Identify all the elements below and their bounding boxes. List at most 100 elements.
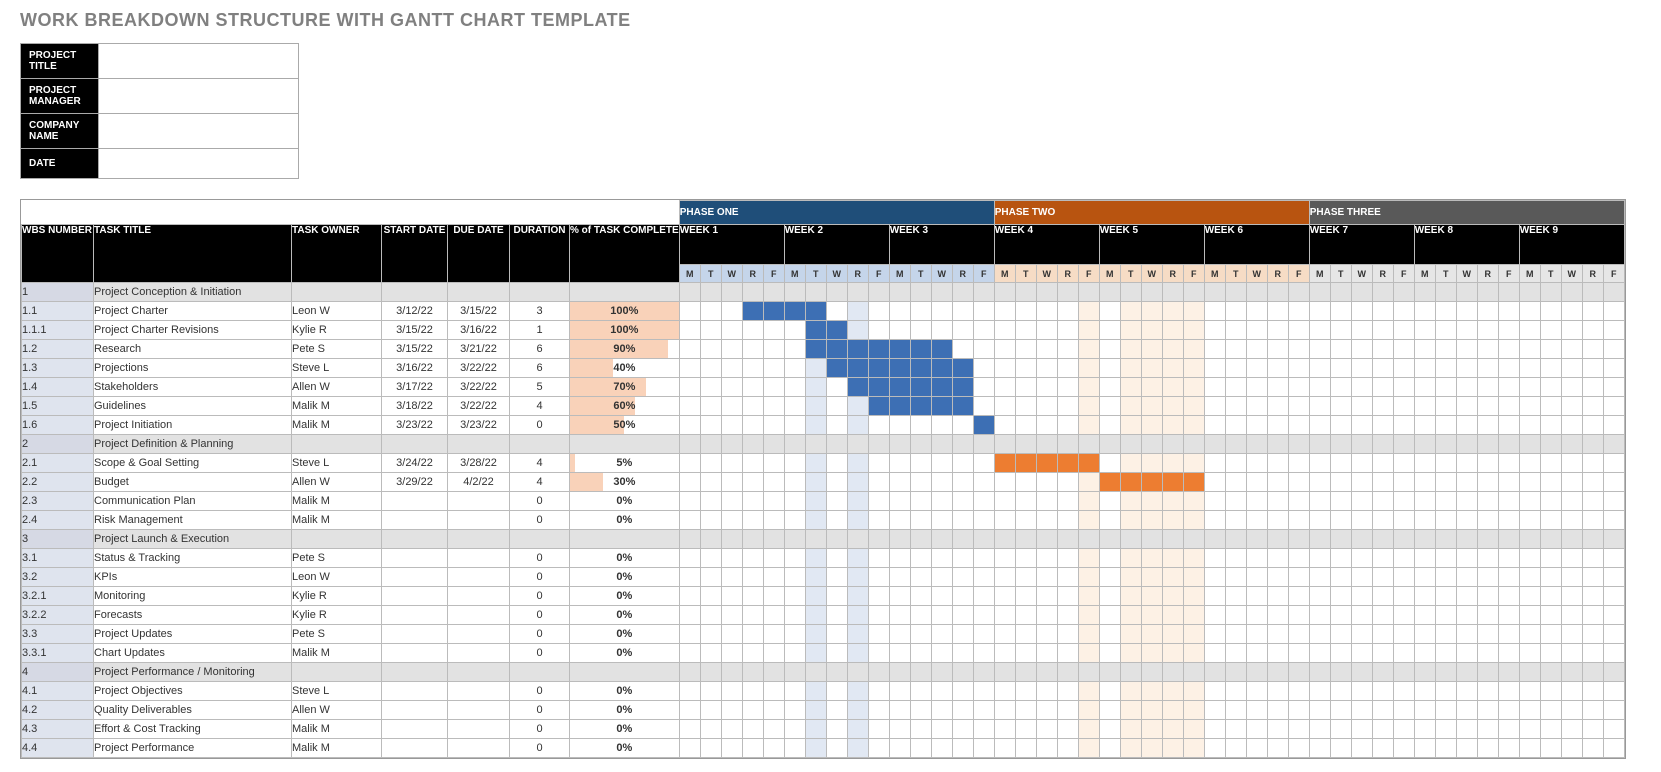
cell-title[interactable]: Project Charter Revisions bbox=[94, 321, 292, 340]
gantt-cell[interactable] bbox=[826, 511, 847, 530]
gantt-cell[interactable] bbox=[1477, 625, 1498, 644]
gantt-cell[interactable] bbox=[1099, 397, 1120, 416]
gantt-cell[interactable] bbox=[1393, 644, 1414, 663]
gantt-cell[interactable] bbox=[1057, 568, 1078, 587]
gantt-cell[interactable] bbox=[1414, 568, 1435, 587]
gantt-cell[interactable] bbox=[763, 587, 784, 606]
gantt-cell[interactable] bbox=[1288, 397, 1309, 416]
gantt-cell[interactable] bbox=[973, 739, 994, 758]
gantt-cell[interactable] bbox=[742, 568, 763, 587]
gantt-cell[interactable] bbox=[1057, 511, 1078, 530]
gantt-cell[interactable] bbox=[1414, 549, 1435, 568]
cell-pct[interactable]: 0% bbox=[570, 587, 680, 606]
gantt-cell[interactable] bbox=[1435, 587, 1456, 606]
gantt-cell[interactable] bbox=[847, 606, 868, 625]
gantt-cell[interactable] bbox=[1267, 397, 1288, 416]
gantt-cell[interactable] bbox=[1309, 644, 1330, 663]
gantt-cell[interactable] bbox=[910, 359, 931, 378]
gantt-cell[interactable] bbox=[1435, 397, 1456, 416]
gantt-cell[interactable] bbox=[1225, 378, 1246, 397]
gantt-cell[interactable] bbox=[931, 454, 952, 473]
gantt-cell[interactable] bbox=[1498, 359, 1519, 378]
gantt-cell[interactable] bbox=[994, 340, 1015, 359]
gantt-cell[interactable] bbox=[1309, 682, 1330, 701]
gantt-cell[interactable] bbox=[1204, 359, 1225, 378]
gantt-cell[interactable] bbox=[1603, 302, 1624, 321]
gantt-cell[interactable] bbox=[784, 625, 805, 644]
gantt-cell[interactable] bbox=[1225, 701, 1246, 720]
gantt-cell[interactable] bbox=[1351, 283, 1372, 302]
gantt-cell[interactable] bbox=[1183, 701, 1204, 720]
gantt-cell[interactable] bbox=[1078, 321, 1099, 340]
gantt-cell[interactable] bbox=[994, 587, 1015, 606]
gantt-cell[interactable] bbox=[805, 720, 826, 739]
gantt-cell[interactable] bbox=[826, 625, 847, 644]
gantt-cell[interactable] bbox=[1561, 568, 1582, 587]
cell-wbs[interactable]: 3.3.1 bbox=[22, 644, 94, 663]
cell-wbs[interactable]: 1.2 bbox=[22, 340, 94, 359]
gantt-cell[interactable] bbox=[1540, 644, 1561, 663]
gantt-cell[interactable] bbox=[910, 701, 931, 720]
gantt-cell[interactable] bbox=[1456, 359, 1477, 378]
gantt-cell[interactable] bbox=[1267, 720, 1288, 739]
gantt-cell[interactable] bbox=[1540, 359, 1561, 378]
gantt-cell[interactable] bbox=[742, 644, 763, 663]
gantt-cell[interactable] bbox=[1183, 359, 1204, 378]
gantt-cell[interactable] bbox=[1540, 606, 1561, 625]
gantt-cell[interactable] bbox=[973, 663, 994, 682]
gantt-cell[interactable] bbox=[994, 625, 1015, 644]
cell-title[interactable]: Project Updates bbox=[94, 625, 292, 644]
gantt-cell[interactable] bbox=[994, 720, 1015, 739]
gantt-cell[interactable] bbox=[1267, 492, 1288, 511]
gantt-cell[interactable] bbox=[1015, 378, 1036, 397]
gantt-cell[interactable] bbox=[826, 644, 847, 663]
gantt-cell[interactable] bbox=[826, 492, 847, 511]
gantt-cell[interactable] bbox=[1372, 416, 1393, 435]
gantt-cell[interactable] bbox=[1225, 454, 1246, 473]
gantt-cell[interactable] bbox=[1372, 397, 1393, 416]
gantt-cell[interactable] bbox=[1309, 739, 1330, 758]
gantt-cell[interactable] bbox=[847, 340, 868, 359]
cell-duration[interactable]: 0 bbox=[510, 492, 570, 511]
cell-title[interactable]: Budget bbox=[94, 473, 292, 492]
gantt-cell[interactable] bbox=[784, 720, 805, 739]
gantt-cell[interactable] bbox=[868, 511, 889, 530]
gantt-cell[interactable] bbox=[721, 663, 742, 682]
gantt-cell[interactable] bbox=[1330, 397, 1351, 416]
cell-pct[interactable]: 0% bbox=[570, 549, 680, 568]
gantt-cell[interactable] bbox=[1498, 663, 1519, 682]
gantt-cell[interactable] bbox=[1099, 416, 1120, 435]
gantt-cell[interactable] bbox=[1120, 359, 1141, 378]
gantt-cell[interactable] bbox=[1183, 454, 1204, 473]
cell-start[interactable] bbox=[382, 549, 448, 568]
gantt-cell[interactable] bbox=[1498, 568, 1519, 587]
gantt-cell[interactable] bbox=[889, 340, 910, 359]
gantt-cell[interactable] bbox=[1351, 644, 1372, 663]
cell-pct[interactable]: 0% bbox=[570, 492, 680, 511]
gantt-cell[interactable] bbox=[1477, 701, 1498, 720]
gantt-cell[interactable] bbox=[931, 530, 952, 549]
gantt-cell[interactable] bbox=[973, 587, 994, 606]
gantt-cell[interactable] bbox=[826, 435, 847, 454]
gantt-cell[interactable] bbox=[1225, 720, 1246, 739]
gantt-cell[interactable] bbox=[679, 321, 700, 340]
cell-pct[interactable]: 30% bbox=[570, 473, 680, 492]
gantt-cell[interactable] bbox=[1372, 682, 1393, 701]
gantt-cell[interactable] bbox=[1330, 492, 1351, 511]
gantt-cell[interactable] bbox=[1330, 530, 1351, 549]
gantt-cell[interactable] bbox=[1288, 511, 1309, 530]
cell-due[interactable] bbox=[448, 682, 510, 701]
gantt-cell[interactable] bbox=[1309, 530, 1330, 549]
gantt-cell[interactable] bbox=[1498, 283, 1519, 302]
cell-title[interactable]: Research bbox=[94, 340, 292, 359]
gantt-cell[interactable] bbox=[910, 663, 931, 682]
gantt-cell[interactable] bbox=[910, 340, 931, 359]
gantt-cell[interactable] bbox=[1036, 283, 1057, 302]
gantt-cell[interactable] bbox=[994, 283, 1015, 302]
gantt-cell[interactable] bbox=[931, 473, 952, 492]
gantt-cell[interactable] bbox=[1120, 549, 1141, 568]
gantt-cell[interactable] bbox=[1372, 568, 1393, 587]
gantt-cell[interactable] bbox=[679, 644, 700, 663]
gantt-cell[interactable] bbox=[1204, 606, 1225, 625]
gantt-cell[interactable] bbox=[679, 549, 700, 568]
